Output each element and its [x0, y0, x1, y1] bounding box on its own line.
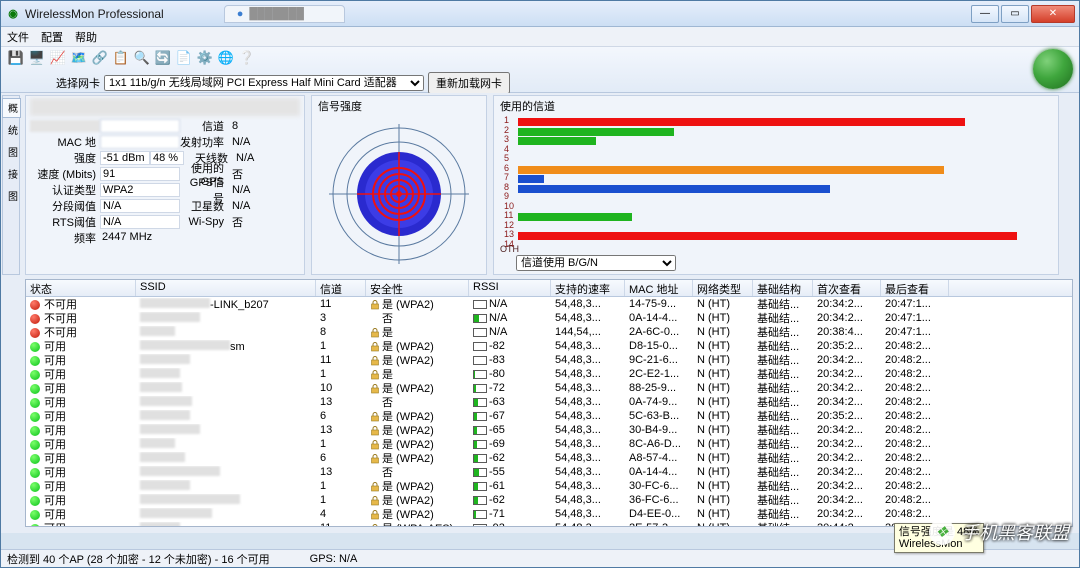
table-row[interactable]: 不可用8是N/A144,54,...2A-6C-0...N (HT)基础结...…	[26, 325, 1072, 339]
signal-radar-panel: 信号强度	[311, 95, 487, 275]
save-icon[interactable]: 💾	[7, 49, 25, 67]
globe-icon[interactable]: 🌐	[217, 49, 235, 67]
toolbar: 💾 🖥️ 📈 🗺️ 🔗 📋 🔍 🔄 📄 ⚙️ 🌐 ❔ 选择网卡 1x1 11b/…	[1, 47, 1079, 93]
radar-chart	[319, 116, 479, 271]
tab-map[interactable]: 图	[2, 142, 21, 162]
rts-value: N/A	[100, 215, 180, 229]
graph-icon[interactable]: 📈	[49, 49, 67, 67]
table-row[interactable]: 可用1是 (WPA2)-6954,48,3...8C-A6-D...N (HT)…	[26, 437, 1072, 451]
refresh-icon[interactable]: 🔄	[154, 49, 172, 67]
ap-table: 状态 SSID 信道 安全性 RSSI 支持的速率 MAC 地址 网络类型 基础…	[25, 279, 1073, 527]
table-row[interactable]: 可用10是 (WPA2)-7254,48,3...88-25-9...N (HT…	[26, 381, 1072, 395]
table-row[interactable]: 可用1是 (WPA2)-6154,48,3...30-FC-6...N (HT)…	[26, 479, 1072, 493]
oth-label: OTH	[500, 244, 519, 254]
wispy-value: 否	[228, 214, 268, 230]
help-icon[interactable]: ❔	[238, 49, 256, 67]
app-icon: ◉	[5, 6, 21, 22]
connections-icon[interactable]: 🔗	[91, 49, 109, 67]
gps-value: 否	[228, 166, 268, 182]
map-icon[interactable]: 🗺️	[70, 49, 88, 67]
table-header: 状态 SSID 信道 安全性 RSSI 支持的速率 MAC 地址 网络类型 基础…	[26, 280, 1072, 297]
table-row[interactable]: 不可用3否N/A54,48,3...0A-14-4...N (HT)基础结...…	[26, 311, 1072, 325]
auth-value: WPA2	[100, 183, 180, 197]
sheet-icon[interactable]: 📄	[175, 49, 193, 67]
channel-value: 8	[228, 120, 268, 132]
maximize-button[interactable]: ▭	[1001, 5, 1029, 23]
frag-value: N/A	[100, 199, 180, 213]
table-row[interactable]: 可用11是 (WPA2)-8354,48,3...9C-21-6...N (HT…	[26, 353, 1072, 367]
freq-value: 2447 MHz	[100, 231, 180, 245]
channel-usage-panel: 使用的信道 1234567891011121314 OTH 信道使用 B/G/N	[493, 95, 1059, 275]
title-bar: ◉ WirelessMon Professional ███████ — ▭ ✕	[1, 1, 1079, 27]
globe-logo-icon	[1033, 49, 1073, 89]
tab-graph[interactable]: 图	[2, 186, 21, 206]
gear-icon[interactable]: ⚙️	[196, 49, 214, 67]
tab-stats[interactable]: 统	[2, 120, 21, 140]
status-gps: GPS: N/A	[310, 553, 358, 565]
menu-file[interactable]: 文件	[7, 29, 29, 45]
status-ap-count: 检测到 40 个AP (28 个加密 - 12 个未加密) - 16 个可用	[7, 551, 270, 567]
app-title: WirelessMon Professional	[25, 7, 164, 21]
txpower-value: N/A	[228, 136, 268, 148]
menu-bar: 文件 配置 帮助	[1, 27, 1079, 47]
table-row[interactable]: 不可用-LINK_b20711是 (WPA2)N/A54,48,3...14-7…	[26, 297, 1072, 311]
table-row[interactable]: 可用6是 (WPA2)-6754,48,3...5C-63-B...N (HT)…	[26, 409, 1072, 423]
strength-db: -51 dBm	[100, 151, 150, 165]
nic-select[interactable]: 1x1 11b/g/n 无线局域网 PCI Express Half Mini …	[104, 75, 424, 91]
tab-summary[interactable]: 概	[2, 98, 21, 118]
background-tab[interactable]: ███████	[224, 5, 345, 23]
menu-help[interactable]: 帮助	[75, 29, 97, 45]
info-panel: 信道8 MAC 地 发射功率N/A 强度-51 dBm48 % 天线数N/A 速…	[25, 95, 305, 275]
table-row[interactable]: 可用13是 (WPA2)-6554,48,3...30-B4-9...N (HT…	[26, 423, 1072, 437]
gpssig-value: N/A	[228, 184, 268, 196]
table-row[interactable]: 可用13否-6354,48,3...0A-74-9...N (HT)基础结...…	[26, 395, 1072, 409]
channel-band-select[interactable]: 信道使用 B/G/N	[516, 255, 676, 271]
table-row[interactable]: 可用1是 (WPA2)-6254,48,3...36-FC-6...N (HT)…	[26, 493, 1072, 507]
ant-value: N/A	[232, 152, 272, 164]
table-row[interactable]: 可用6是 (WPA2)-6254,48,3...A8-57-4...N (HT)…	[26, 451, 1072, 465]
log-icon[interactable]: 📋	[112, 49, 130, 67]
tab-ip[interactable]: 接	[2, 164, 21, 184]
channel-bar-chart: 1234567891011121314	[518, 118, 1054, 253]
table-row[interactable]: 可用1是-8054,48,3...2C-E2-1...N (HT)基础结...2…	[26, 367, 1072, 381]
sat-value: N/A	[228, 200, 268, 212]
zoom-icon[interactable]: 🔍	[133, 49, 151, 67]
close-button[interactable]: ✕	[1031, 5, 1075, 23]
strength-pct: 48 %	[150, 151, 184, 165]
menu-config[interactable]: 配置	[41, 29, 63, 45]
speed-value: 91	[100, 167, 180, 181]
monitor-icon[interactable]: 🖥️	[28, 49, 46, 67]
table-row[interactable]: 可用13否-5554,48,3...0A-14-4...N (HT)基础结...…	[26, 465, 1072, 479]
table-row[interactable]: 可用4是 (WPA2)-7154,48,3...D4-EE-0...N (HT)…	[26, 507, 1072, 521]
table-row[interactable]: 可用sm1是 (WPA2)-8254,48,3...D8-15-0...N (H…	[26, 339, 1072, 353]
nic-label: 选择网卡	[56, 75, 100, 91]
reload-nic-button[interactable]: 重新加载网卡	[428, 72, 510, 94]
side-tabs: 概 统 图 接 图	[2, 95, 20, 275]
tooltip: 信号强度是 48%WirelessMon	[894, 523, 984, 553]
table-body[interactable]: 不可用-LINK_b20711是 (WPA2)N/A54,48,3...14-7…	[26, 297, 1072, 526]
minimize-button[interactable]: —	[971, 5, 999, 23]
